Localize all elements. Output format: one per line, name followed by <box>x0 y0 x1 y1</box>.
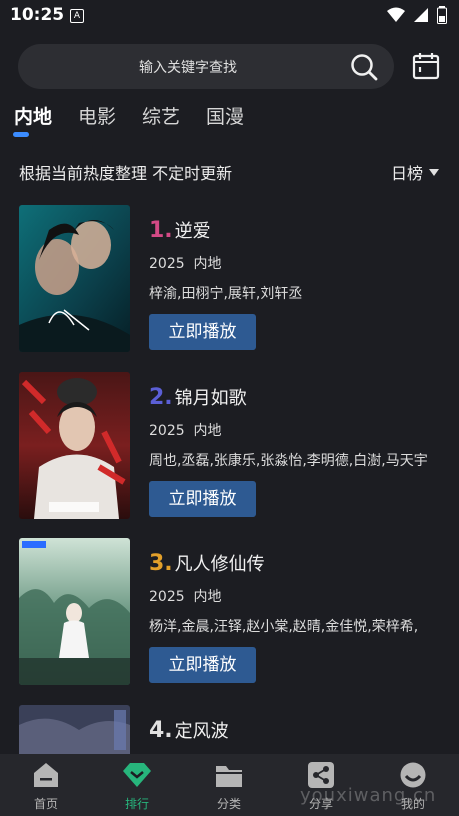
tabbar-label: 首页 <box>33 797 58 811</box>
signal-icon <box>414 8 428 22</box>
rank-icon <box>123 763 151 787</box>
category-tabs: 内地 电影 综艺 国漫 <box>14 102 244 129</box>
search-input[interactable]: 输入关键字查找 <box>18 57 358 77</box>
item-cast: 杨洋,金晨,汪铎,赵小棠,赵晴,金佳悦,荣梓希, <box>149 619 419 635</box>
search-bar[interactable]: 输入关键字查找 <box>18 44 394 89</box>
tab-movie[interactable]: 电影 <box>78 102 116 129</box>
poster-image[interactable] <box>19 205 130 352</box>
watermark: youxiwang.cn <box>300 785 437 806</box>
rank-period-label: 日榜 <box>390 164 423 183</box>
rank-period-select[interactable]: 日榜 <box>391 160 439 184</box>
active-tab-indicator <box>13 132 29 137</box>
status-time: 10:25 <box>10 5 65 25</box>
item-year: 2025 <box>149 423 185 439</box>
poster-image[interactable] <box>19 705 130 754</box>
status-bar: 10:25 A <box>0 0 459 32</box>
dropdown-caret-icon <box>429 168 439 176</box>
item-title[interactable]: 锦月如歌 <box>175 384 247 410</box>
ranking-list[interactable]: 1. 逆爱 2025 内地 梓渝,田栩宁,展轩,刘轩丞 立即播放 2. 锦月如歌 2… <box>0 205 459 754</box>
play-now-button[interactable]: 立即播放 <box>149 314 256 350</box>
wifi-icon <box>387 7 405 22</box>
tabbar-home[interactable]: 首页 <box>10 762 82 812</box>
search-icon[interactable] <box>350 53 378 81</box>
item-title[interactable]: 定风波 <box>175 717 229 743</box>
list-item[interactable]: 4. 定风波 <box>0 705 459 754</box>
play-now-button[interactable]: 立即播放 <box>149 481 256 517</box>
tab-mainland[interactable]: 内地 <box>14 102 52 129</box>
list-item[interactable]: 3. 凡人修仙传 2025 内地 杨洋,金晨,汪铎,赵小棠,赵晴,金佳悦,荣梓希,… <box>0 538 459 688</box>
rank-number: 2. <box>149 385 173 410</box>
rank-number: 3. <box>149 551 173 576</box>
poster-image[interactable] <box>19 538 130 685</box>
list-item[interactable]: 1. 逆爱 2025 内地 梓渝,田栩宁,展轩,刘轩丞 立即播放 <box>0 205 459 355</box>
tab-variety[interactable]: 综艺 <box>142 102 180 129</box>
poster-image[interactable] <box>19 372 130 519</box>
tab-anime[interactable]: 国漫 <box>206 102 244 129</box>
item-title[interactable]: 凡人修仙传 <box>175 550 265 576</box>
play-now-button[interactable]: 立即播放 <box>149 647 256 683</box>
item-region: 内地 <box>193 256 222 272</box>
ranking-description: 根据当前热度整理 不定时更新 <box>19 164 233 183</box>
item-title[interactable]: 逆爱 <box>175 217 211 243</box>
home-icon <box>34 763 58 787</box>
item-region: 内地 <box>193 423 222 439</box>
rank-number: 1. <box>149 218 173 243</box>
item-cast: 周也,丞磊,张康乐,张淼怡,李明德,白澍,马天宇 <box>149 453 428 469</box>
battery-icon <box>437 6 447 24</box>
item-cast: 梓渝,田栩宁,展轩,刘轩丞 <box>149 286 303 302</box>
item-year: 2025 <box>149 589 185 605</box>
tabbar-category[interactable]: 分类 <box>193 762 265 812</box>
item-region: 内地 <box>193 589 222 605</box>
list-item[interactable]: 2. 锦月如歌 2025 内地 周也,丞磊,张康乐,张淼怡,李明德,白澍,马天宇 … <box>0 372 459 522</box>
item-year: 2025 <box>149 256 185 272</box>
calendar-icon[interactable] <box>412 52 440 80</box>
tabbar-label: 排行 <box>124 797 149 811</box>
folder-icon <box>216 766 242 787</box>
rank-number: 4. <box>149 718 173 743</box>
tabbar-rank[interactable]: 排行 <box>101 762 173 812</box>
tabbar-label: 分类 <box>216 797 241 811</box>
notification-a-icon: A <box>70 9 84 23</box>
